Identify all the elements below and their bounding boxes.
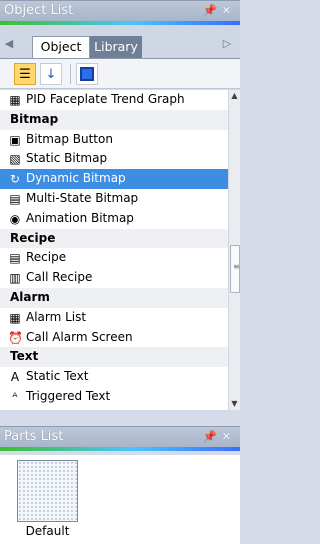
list-item[interactable]: ▥ Call Recipe [0, 268, 228, 288]
bitmap-button-icon: ▣ [9, 132, 21, 147]
parts-list-title-bar: Parts List 📌✕ [0, 426, 240, 447]
list-item[interactable]: ▤ Recipe [0, 248, 228, 268]
tab-library-label: Library [94, 39, 138, 54]
panel-gap [0, 410, 240, 426]
dynamic-bitmap-icon: ↻ [9, 172, 21, 187]
list-item-label: Dynamic Bitmap [26, 171, 126, 186]
object-list-title: Object List [4, 3, 74, 18]
object-list-scrollbar[interactable]: ▲ ≡ ▼ [228, 90, 240, 410]
list-item[interactable]: ᴬ Triggered Text [0, 387, 228, 407]
scroll-up-icon[interactable]: ▲ [229, 90, 240, 102]
tab-library[interactable]: Library [90, 36, 142, 58]
pin-icon[interactable]: 📌 [203, 4, 222, 17]
object-list: ▦ PID Faceplate Trend Graph Bitmap ▣ Bitmap … [0, 90, 228, 410]
category-header[interactable]: Text [0, 347, 228, 368]
list-item-label: Call Recipe [26, 270, 93, 285]
recipe-icon: ▤ [9, 251, 21, 266]
tab-scroll-left-icon[interactable]: ◀ [4, 37, 14, 51]
parts-list: Default [0, 455, 240, 544]
parts-list-title: Parts List [4, 429, 64, 444]
parts-title-bar-controls: 📌✕ [203, 427, 236, 447]
list-item[interactable]: ▦ PID Faceplate Trend Graph [0, 90, 228, 110]
animation-bitmap-icon: ◉ [9, 211, 21, 226]
category-header[interactable]: Alarm [0, 288, 228, 308]
category-header[interactable]: Recipe [0, 228, 228, 249]
static-bitmap-icon: ▧ [9, 152, 21, 167]
triggered-text-icon: ᴬ [12, 390, 18, 404]
list-item[interactable]: ◉ Animation Bitmap [0, 209, 228, 229]
call-recipe-icon: ▥ [9, 271, 21, 286]
static-text-icon: A [10, 370, 20, 385]
list-item[interactable]: ▤ Multi-State Bitmap [0, 189, 228, 209]
toolbar-separator [70, 64, 71, 84]
parts-default-label: Default [25, 524, 70, 538]
list-item-label: Recipe [26, 250, 67, 265]
title-bar-controls: 📌✕ [203, 1, 236, 21]
category-label: Text [10, 349, 39, 364]
list-item[interactable]: ▦ Alarm List [0, 308, 228, 328]
list-item[interactable]: ▣ Bitmap Button [0, 130, 228, 150]
tab-scroll-right-icon[interactable]: ▷ [222, 37, 232, 51]
multi-state-bitmap-icon: ▤ [9, 192, 21, 206]
pin-icon[interactable]: 📌 [203, 430, 222, 443]
object-list-title-bar: Object List 📌✕ [0, 0, 240, 21]
tab-object[interactable]: Object [32, 36, 90, 58]
list-item[interactable]: A Static Text [0, 367, 228, 387]
list-item-label: Multi-State Bitmap [26, 191, 139, 205]
parts-list-accent-bar [0, 447, 240, 451]
list-item-label: PID Faceplate Trend Graph [26, 92, 185, 106]
alarm-clock-icon: ⏰ [8, 330, 23, 345]
list-item[interactable]: ⏰ Call Alarm Screen [0, 328, 228, 348]
list-item-label: Triggered Text [26, 389, 111, 403]
scroll-down-icon[interactable]: ▼ [229, 398, 240, 410]
list-item-label: Alarm List [26, 309, 87, 324]
list-item-label: Bitmap Button [26, 131, 113, 146]
object-list-tabstrip: ◀ Object Library ▷ [0, 25, 240, 58]
categorized-view-icon[interactable]: ☰ [14, 63, 36, 85]
list-item-label: Animation Bitmap [26, 210, 134, 225]
category-label: Recipe [10, 230, 56, 245]
category-label: Bitmap [10, 111, 59, 126]
list-item-label: Call Alarm Screen [26, 329, 133, 344]
tab-object-label: Object [40, 39, 82, 54]
category-label: Alarm [10, 290, 50, 304]
parts-default-thumbnail[interactable] [17, 460, 78, 522]
close-icon[interactable]: ✕ [222, 430, 236, 443]
list-item[interactable]: ▧ Static Bitmap [0, 149, 228, 169]
pid-faceplate-icon: ▦ [9, 93, 21, 107]
sort-az-icon[interactable]: ↓ [40, 63, 62, 85]
list-item[interactable]: ↻ Dynamic Bitmap [0, 169, 228, 189]
list-item-label: Static Bitmap [26, 151, 108, 166]
close-icon[interactable]: ✕ [222, 4, 236, 17]
alarm-list-icon: ▦ [9, 310, 21, 325]
object-list-toolbar: ☰ ↓ [0, 58, 240, 89]
list-item-label: Static Text [26, 369, 89, 384]
scroll-thumb[interactable]: ≡ [230, 245, 240, 293]
large-icon-view-icon[interactable] [76, 63, 98, 85]
category-header[interactable]: Bitmap [0, 109, 228, 130]
